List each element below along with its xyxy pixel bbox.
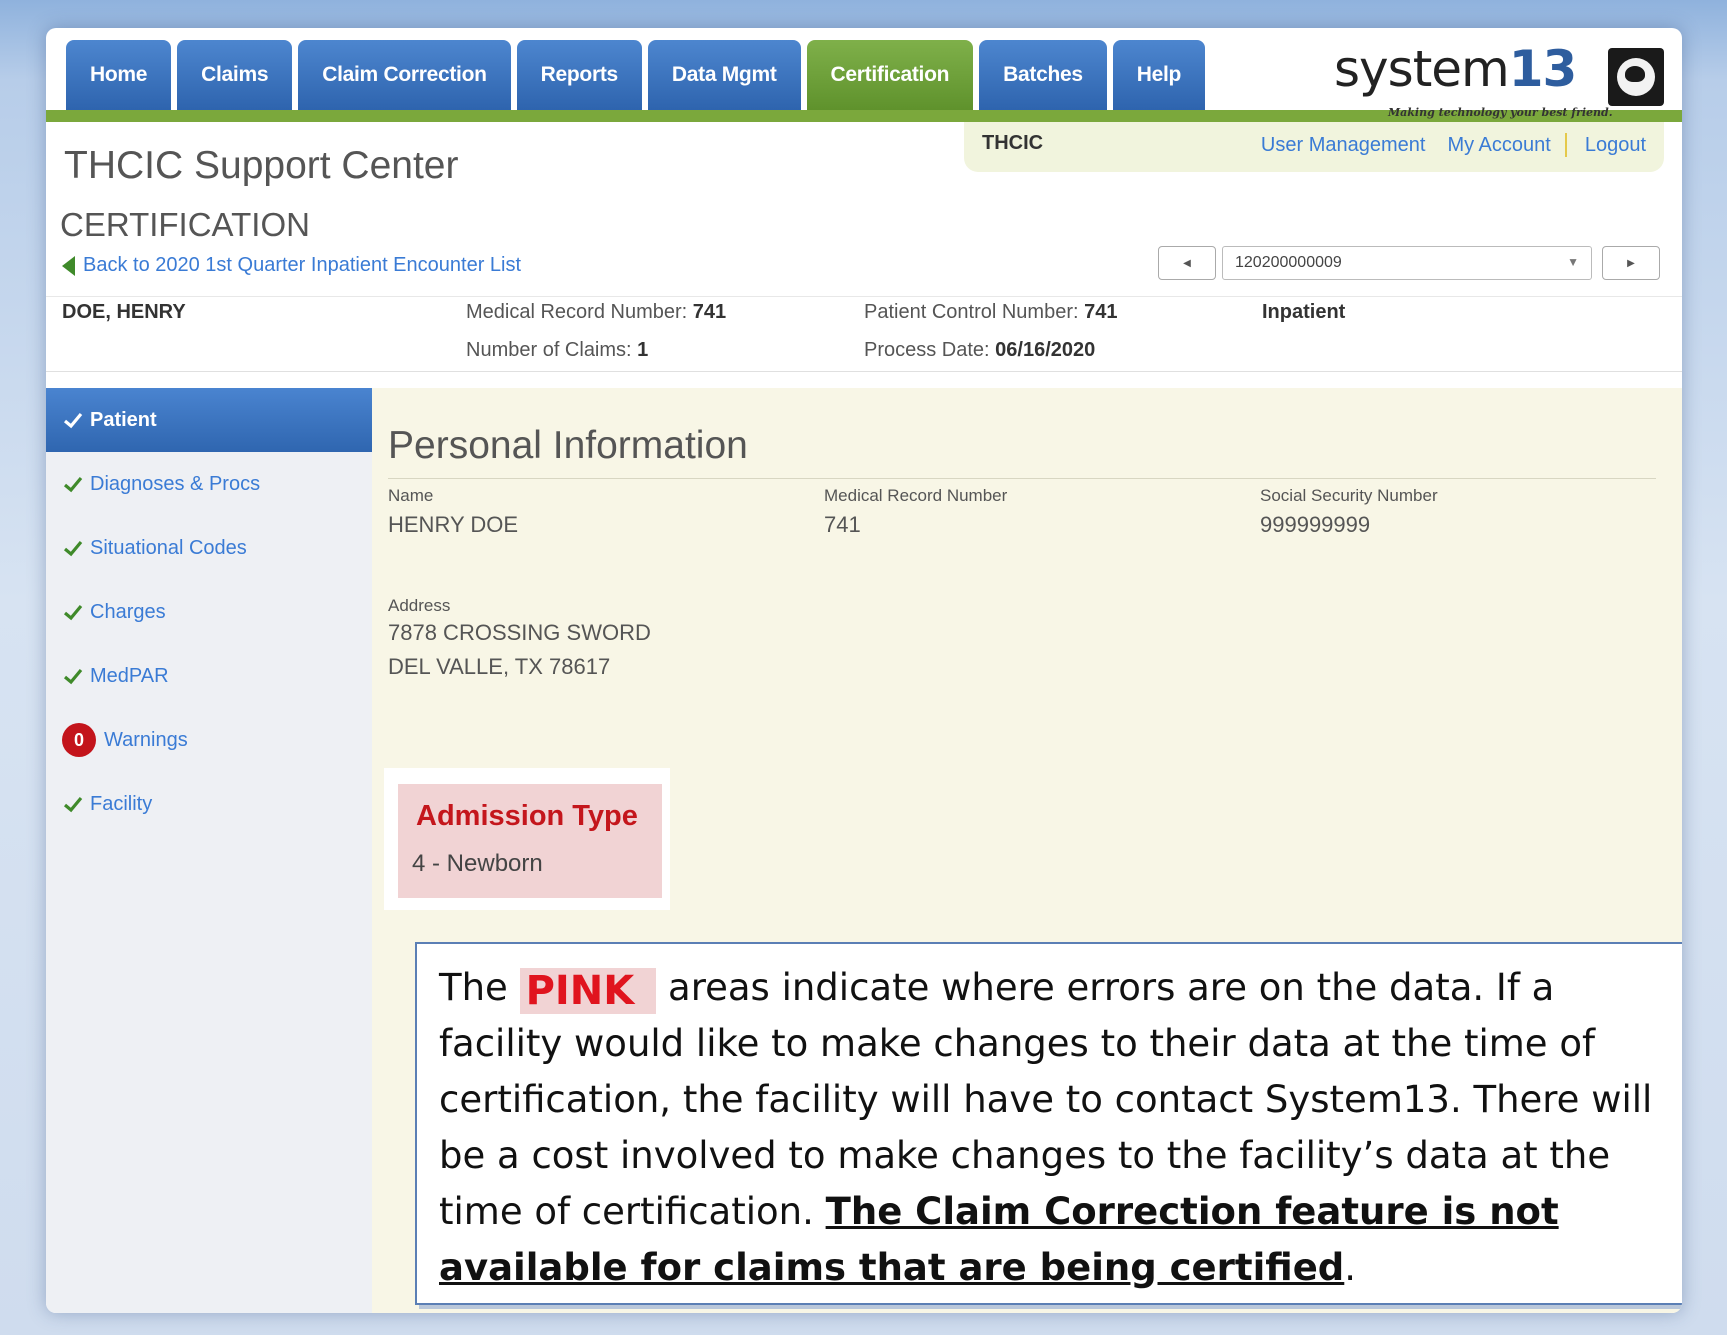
warning-count-badge: 0 <box>62 723 96 757</box>
sidebar: Patient Diagnoses & Procs Situational Co… <box>46 388 372 1313</box>
claim-select[interactable]: 120200000009 ▼ <box>1222 246 1592 280</box>
user-links: User Management My Account Logout <box>1261 133 1646 157</box>
back-link-label: Back to 2020 1st Quarter Inpatient Encou… <box>83 254 522 276</box>
admission-type-card: Admission Type 4 - Newborn <box>384 768 670 910</box>
tab-reports[interactable]: Reports <box>516 40 642 110</box>
sidebar-item-label: Diagnoses & Procs <box>90 472 261 495</box>
summary-claims-value: 1 <box>637 339 649 361</box>
org-name: THCIC <box>982 132 1044 154</box>
sidebar-item-medpar[interactable]: MedPAR <box>46 644 372 708</box>
callout-pre: The <box>439 966 508 1009</box>
summary-process-date: Process Date: 06/16/2020 <box>864 339 1095 362</box>
mrn-value: 741 <box>824 512 861 537</box>
logo-name: system <box>1334 40 1510 98</box>
sidebar-item-label: MedPAR <box>90 664 169 687</box>
summary-mrn: Medical Record Number: 741 <box>466 301 726 324</box>
address-line2: DEL VALLE, TX 78617 <box>388 654 611 679</box>
sidebar-item-diagnoses[interactable]: Diagnoses & Procs <box>46 452 372 516</box>
logo-wordmark: system13 <box>1334 40 1578 98</box>
sidebar-item-charges[interactable]: Charges <box>46 580 372 644</box>
app-window: Home Claims Claim Correction Reports Dat… <box>46 28 1682 1313</box>
heading-divider <box>388 478 1656 479</box>
check-icon <box>62 537 84 559</box>
logout-link[interactable]: Logout <box>1585 134 1646 157</box>
callout-end: . <box>1344 1246 1357 1289</box>
patient-summary: DOE, HENRY Medical Record Number: 741 Nu… <box>46 296 1682 372</box>
ssn-label: Social Security Number <box>1260 486 1438 505</box>
site-title: THCIC Support Center <box>64 144 459 187</box>
sidebar-item-facility[interactable]: Facility <box>46 772 372 836</box>
callout-pink-word: PINK <box>519 968 657 1014</box>
link-separator <box>1564 133 1567 157</box>
sidebar-item-label: Situational Codes <box>90 536 247 559</box>
dog-logo-icon <box>1608 48 1664 106</box>
sidebar-item-label: Facility <box>90 792 153 815</box>
logo-tagline: Making technology your best friend. <box>1388 106 1613 119</box>
summary-process-value: 06/16/2020 <box>995 339 1096 361</box>
sidebar-item-warnings[interactable]: 0 Warnings <box>46 708 372 772</box>
check-icon <box>62 665 84 687</box>
sidebar-item-patient[interactable]: Patient <box>46 388 372 452</box>
logo-number: 13 <box>1508 40 1578 98</box>
back-to-list-link[interactable]: Back to 2020 1st Quarter Inpatient Encou… <box>62 254 521 277</box>
previous-claim-button[interactable]: ◀ <box>1158 246 1216 280</box>
sidebar-item-label: Patient <box>90 408 157 431</box>
summary-mrn-label: Medical Record Number: <box>466 301 688 323</box>
address-line1: 7878 CROSSING SWORD <box>388 620 651 645</box>
tab-help[interactable]: Help <box>1112 40 1206 110</box>
summary-claims-label: Number of Claims: <box>466 339 632 361</box>
summary-claims: Number of Claims: 1 <box>466 339 648 362</box>
sidebar-item-label: Charges <box>90 600 166 623</box>
summary-pcn: Patient Control Number: 741 <box>864 301 1117 324</box>
summary-process-label: Process Date: <box>864 339 990 361</box>
admission-type-value: 4 - Newborn <box>412 850 543 877</box>
tab-batches[interactable]: Batches <box>979 40 1107 110</box>
ssn-value: 999999999 <box>1260 512 1371 537</box>
my-account-link[interactable]: My Account <box>1447 134 1550 157</box>
check-icon <box>62 473 84 495</box>
summary-pcn-value: 741 <box>1084 301 1118 323</box>
admission-type-label: Admission Type <box>416 800 638 832</box>
tab-data-mgmt[interactable]: Data Mgmt <box>647 40 801 110</box>
check-icon <box>62 793 84 815</box>
address-label: Address <box>388 596 451 615</box>
tab-claims[interactable]: Claims <box>177 40 293 110</box>
tab-home[interactable]: Home <box>66 40 172 110</box>
user-management-link[interactable]: User Management <box>1261 134 1426 157</box>
user-bar: THCIC User Management My Account Logout <box>964 122 1664 172</box>
personal-info-heading: Personal Information <box>388 424 748 467</box>
admission-type-error-field: Admission Type 4 - Newborn <box>398 784 662 898</box>
sidebar-item-label: Warnings <box>104 728 188 751</box>
sidebar-item-situational-codes[interactable]: Situational Codes <box>46 516 372 580</box>
check-icon <box>62 601 84 623</box>
next-claim-button[interactable]: ▶ <box>1602 246 1660 280</box>
chevron-down-icon: ▼ <box>1567 255 1579 269</box>
tab-claim-correction[interactable]: Claim Correction <box>298 40 511 110</box>
patient-name: DOE, HENRY <box>62 301 186 323</box>
name-label: Name <box>388 486 434 505</box>
tab-certification[interactable]: Certification <box>806 40 974 110</box>
claim-select-value: 120200000009 <box>1235 254 1342 271</box>
summary-mrn-value: 741 <box>692 301 727 323</box>
main-nav: Home Claims Claim Correction Reports Dat… <box>66 40 1206 110</box>
encounter-type: Inpatient <box>1262 301 1346 323</box>
check-icon <box>62 409 84 431</box>
back-arrow-icon <box>62 255 75 276</box>
annotation-callout: The PINK areas indicate where errors are… <box>415 942 1682 1305</box>
mrn-label: Medical Record Number <box>824 486 1008 505</box>
summary-pcn-label: Patient Control Number: <box>864 301 1079 323</box>
system13-logo[interactable]: system13 Making technology your best fri… <box>1334 40 1664 119</box>
name-value: HENRY DOE <box>388 512 519 537</box>
section-title: CERTIFICATION <box>60 206 310 243</box>
